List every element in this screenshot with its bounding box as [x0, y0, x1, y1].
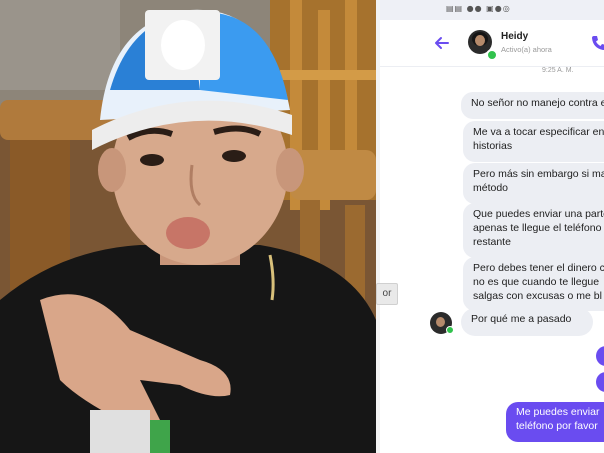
received-message[interactable]: Por qué me a pasado	[461, 308, 593, 336]
sent-message[interactable]	[596, 346, 604, 366]
received-message[interactable]: Pero más sin embargo si ma método	[463, 163, 604, 204]
received-message[interactable]: Pero debes tener el dinero c no es que c…	[463, 257, 604, 311]
sent-message[interactable]	[596, 372, 604, 392]
online-indicator	[486, 49, 498, 61]
message-line: Por qué me a pasado	[471, 313, 572, 325]
online-indicator	[446, 326, 454, 334]
message-line: Que puedes enviar una parte	[473, 208, 604, 220]
selfie-photo	[0, 0, 376, 453]
chat-header: Heidy Activo(a) ahora	[380, 20, 604, 67]
received-message[interactable]: Me va a tocar especificar en historias	[463, 121, 604, 162]
chat-screenshot: ▤▤ ●● ▣●◎ Heidy Activo(a) ahora 9:25 A. …	[380, 0, 604, 453]
received-message[interactable]: Que puedes enviar una parte apenas te ll…	[463, 203, 604, 258]
overlay-text-fragment: or	[376, 283, 398, 305]
message-line: Me puedes enviar	[516, 406, 600, 418]
status-bar: ▤▤ ●● ▣●◎	[380, 0, 604, 20]
message-line: Pero debes tener el dinero c	[473, 262, 604, 274]
contact-status: Activo(a) ahora	[501, 45, 552, 54]
message-timestamp: 9:25 A. M.	[542, 67, 574, 74]
received-message[interactable]: No señor no manejo contra e	[461, 92, 604, 119]
selfie-illustration	[0, 0, 376, 453]
message-line: apenas te llegue el teléfono	[473, 222, 602, 234]
contact-name[interactable]: Heidy	[501, 31, 528, 42]
message-line: restante	[473, 236, 511, 248]
message-line: salgas con excusas o me bl	[473, 290, 602, 302]
message-line: Me va a tocar especificar en	[473, 126, 604, 138]
sent-message[interactable]: Me puedes enviar teléfono por favor	[506, 402, 604, 442]
message-line: historias	[473, 140, 513, 152]
arrow-left-icon[interactable]	[432, 33, 452, 53]
message-line: método	[473, 182, 509, 194]
message-line: no es que cuando te llegue	[473, 276, 600, 288]
message-line: Pero más sin embargo si ma	[473, 168, 604, 180]
message-line: No señor no manejo contra e	[471, 97, 604, 109]
status-icons: ▤▤ ●● ▣●◎	[446, 4, 511, 13]
message-line: teléfono por favor	[516, 420, 598, 432]
phone-icon[interactable]	[590, 34, 604, 52]
